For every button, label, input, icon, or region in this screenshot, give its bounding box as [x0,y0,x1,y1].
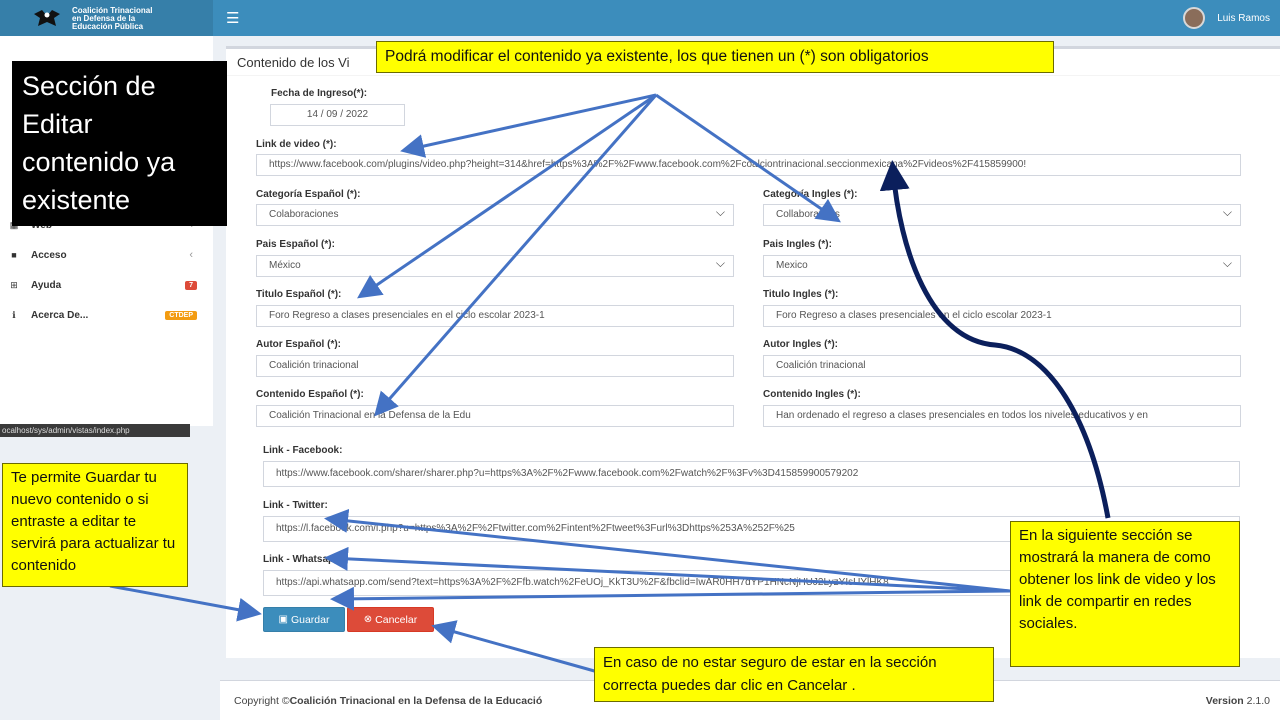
count-badge: 7 [185,280,197,290]
categoria-en-label: Categoría Ingles (*): [763,189,858,200]
facebook-link-input[interactable]: https://www.facebook.com/sharer/sharer.p… [263,461,1240,487]
cancel-label: Cancelar [375,613,418,626]
section-title-callout: Sección de Editar contenido ya existente [12,61,227,226]
categoria-en-select[interactable]: Collaborations [763,204,1241,226]
titulo-es-label: Titulo Español (*): [256,289,342,300]
contenido-en-label: Contenido Ingles (*): [763,389,861,400]
whatsapp-label: Link - Whatsapp: [263,554,344,565]
save-label: Guardar [290,613,330,626]
sidebar-item-label: Acceso [31,249,67,261]
twitter-label: Link - Twitter: [263,500,328,511]
version-label: Version [1205,695,1244,707]
user-name: Luis Ramos [1217,12,1270,24]
plus-square-icon: ⊞ [10,279,18,290]
eagle-logo-icon [34,10,60,26]
titulo-es-input[interactable]: Foro Regreso a clases presenciales en el… [256,305,734,327]
facebook-label: Link - Facebook: [263,445,343,456]
fecha-label: Fecha de Ingreso(*): [271,88,368,99]
sidebar-item-label: Ayuda [31,279,62,291]
box-title: Contenido de los Vi [237,55,350,70]
floppy-disk-icon: ▣ [278,614,288,625]
folder-icon: ■ [11,250,17,260]
contenido-es-label: Contenido Español (*): [256,389,364,400]
titulo-en-label: Titulo Ingles (*): [763,289,839,300]
titulo-en-input[interactable]: Foro Regreso a clases presenciales en el… [763,305,1241,327]
browser-status-url: ocalhost/sys/admin/vistas/index.php [0,424,190,437]
autor-es-label: Autor Español (*): [256,339,341,350]
pais-en-select[interactable]: Mexico [763,255,1241,277]
logo-text: Coalición Trinacional en Defensa de la E… [72,7,202,31]
copyright: Copyright ©Coalición Trinacional en la D… [234,695,542,707]
pais-es-label: Pais Español (*): [256,239,335,250]
menu-toggle-icon[interactable]: ☰ [226,9,239,27]
sidebar-item-acerca[interactable]: ℹ Acerca De... CTDEP [0,300,213,330]
contenido-es-input[interactable]: Coalición Trinacional en la Defensa de l… [256,405,734,427]
times-circle-icon: ⊗ [363,614,373,625]
links-callout: En la siguiente sección se mostrará la m… [1010,521,1240,667]
fecha-input[interactable]: 14 / 09 / 2022 [270,104,405,126]
version: Version 2.1.0 [1206,695,1270,707]
categoria-es-select[interactable]: Colaboraciones [256,204,734,226]
ctdep-badge: CTDEP [165,310,197,320]
video-label: Link de video (*): [256,139,337,150]
sidebar-item-label: Acerca De... [31,309,89,321]
logo-line-3: Educación Pública [72,22,144,31]
contenido-en-input[interactable]: Han ordenado el regreso a clases presenc… [763,405,1241,427]
user-menu[interactable]: Luis Ramos [1183,0,1270,36]
avatar [1183,7,1206,29]
pais-es-select[interactable]: México [256,255,734,277]
autor-en-input[interactable]: Coalición trinacional [763,355,1241,377]
logo[interactable]: Coalición Trinacional en Defensa de la E… [0,0,213,36]
pais-en-label: Pais Ingles (*): [763,239,832,250]
save-button[interactable]: ▣ Guardar [263,607,345,632]
categoria-es-label: Categoría Español (*): [256,189,361,200]
copyright-org[interactable]: Coalición Trinacional en la Defensa de l… [290,695,543,707]
version-value: 2.1.0 [1246,695,1270,707]
chevron-left-icon: ‹ [189,249,193,261]
cancel-button[interactable]: ⊗ Cancelar [347,607,434,632]
sidebar-item-ayuda[interactable]: ⊞ Ayuda 7 [0,270,213,300]
copyright-prefix: Copyright © [234,695,290,707]
required-fields-callout: Podrá modificar el contenido ya existent… [376,41,1054,73]
autor-en-label: Autor Ingles (*): [763,339,838,350]
cancel-callout: En caso de no estar seguro de estar en l… [594,647,994,702]
autor-es-input[interactable]: Coalición trinacional [256,355,734,377]
sidebar-item-acceso[interactable]: ■ Acceso ‹ [0,240,213,270]
divider [226,75,1280,76]
info-circle-icon: ℹ [12,309,16,320]
save-callout: Te permite Guardar tu nuevo contenido o … [2,463,188,587]
top-navbar: Coalición Trinacional en Defensa de la E… [0,0,1280,36]
video-link-input[interactable]: https://www.facebook.com/plugins/video.p… [256,154,1241,176]
